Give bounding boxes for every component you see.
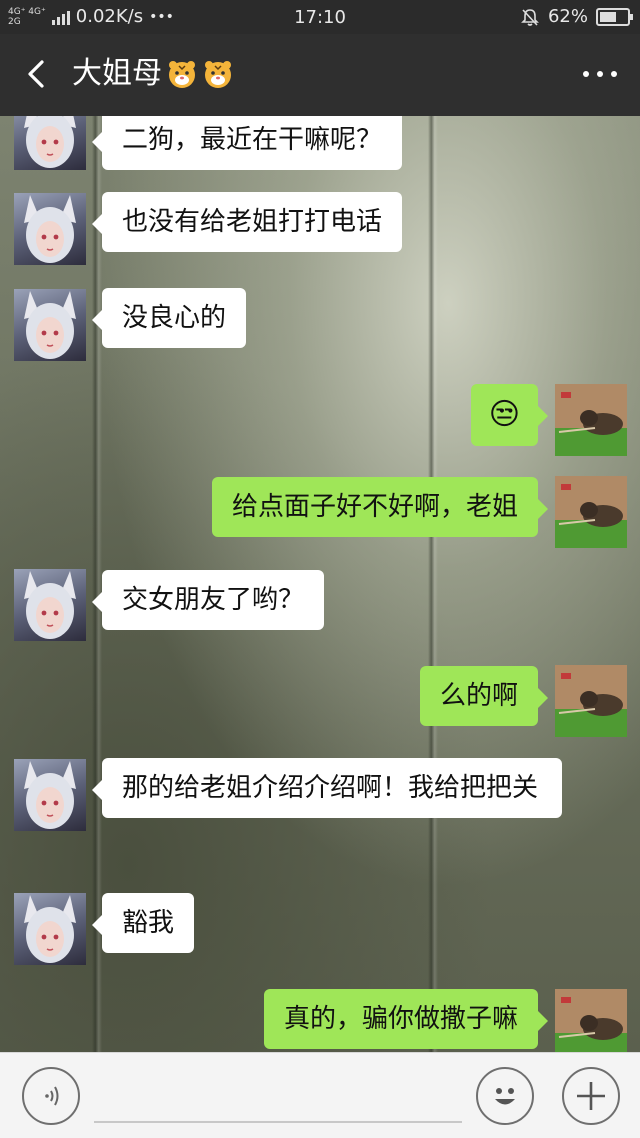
message-bubble-received[interactable]: 没良心的: [91, 288, 247, 348]
sender-avatar[interactable]: [14, 893, 86, 965]
message-bubble-sent[interactable]: 真的，骗你做撒子嘛: [263, 989, 549, 1049]
message-bubble-received[interactable]: 豁我: [91, 893, 195, 953]
anime-girl-avatar-icon: [24, 195, 76, 263]
voice-button[interactable]: [22, 1067, 80, 1125]
chat-header: 大姐母: [0, 34, 640, 116]
contact-name: 大姐母: [72, 56, 162, 91]
sender-avatar[interactable]: [14, 193, 86, 265]
my-avatar[interactable]: [555, 665, 627, 737]
mute-bell-icon: [521, 8, 539, 26]
my-avatar[interactable]: [555, 476, 627, 548]
message-bubble-sent[interactable]: 😒: [470, 384, 549, 446]
battery-percent: 62%: [547, 6, 588, 27]
message-bubble-sent[interactable]: 给点面子好不好啊，老姐: [211, 477, 549, 537]
status-right: 62%: [520, 6, 633, 27]
dog-photo-avatar-icon: [555, 384, 627, 456]
anime-girl-avatar-icon: [24, 761, 76, 829]
message-bubble-received[interactable]: 也没有给老姐打打电话: [91, 192, 403, 252]
message-bubble-received[interactable]: 那的给老姐介绍介绍啊！我给把把关: [92, 758, 562, 818]
dog-photo-avatar-icon: [555, 665, 627, 737]
message-bubble-received[interactable]: 二狗，最近在干嘛呢？: [91, 116, 403, 170]
dog-photo-avatar-icon: [555, 476, 627, 548]
chat-area[interactable]: 二狗，最近在干嘛呢？ 也没有给老姐打打电话 没良心的 😒 给点面子好不好啊，老姐: [0, 116, 640, 1052]
battery-icon: [596, 7, 633, 26]
dog-photo-avatar-icon: [555, 989, 627, 1052]
emoji-button[interactable]: [476, 1067, 534, 1125]
my-avatar[interactable]: [555, 384, 627, 456]
tiger-face-icon: [169, 61, 195, 88]
anime-girl-avatar-icon: [24, 116, 76, 168]
plus-icon: [577, 1082, 605, 1110]
sender-avatar[interactable]: [14, 116, 86, 170]
anime-girl-avatar-icon: [24, 895, 76, 963]
back-chevron-icon[interactable]: [18, 56, 54, 92]
tiger-face-icon: [205, 61, 231, 88]
message-bubble-received[interactable]: 交女朋友了哟？: [91, 570, 325, 630]
plus-button[interactable]: [562, 1067, 620, 1125]
voice-icon: [45, 1086, 59, 1106]
sender-avatar[interactable]: [14, 289, 86, 361]
chat-title: 大姐母: [72, 56, 234, 92]
sender-avatar[interactable]: [14, 759, 86, 831]
background-streak: [92, 116, 102, 1052]
anime-girl-avatar-icon: [24, 291, 76, 359]
background-streak: [428, 116, 438, 1052]
input-bar: [0, 1052, 640, 1138]
emoji-icon: [495, 1088, 515, 1105]
message-bubble-sent[interactable]: 么的啊: [419, 666, 549, 726]
message-input[interactable]: [94, 1121, 462, 1123]
battery-fill: [600, 11, 616, 22]
status-bar: 4G⁺ 4G⁺ 2G 0.02K/s ••• 17:10 62%: [0, 0, 640, 34]
sender-avatar[interactable]: [14, 569, 86, 641]
more-dots-icon[interactable]: [580, 66, 620, 82]
anime-girl-avatar-icon: [24, 571, 76, 639]
my-avatar[interactable]: [555, 989, 627, 1052]
